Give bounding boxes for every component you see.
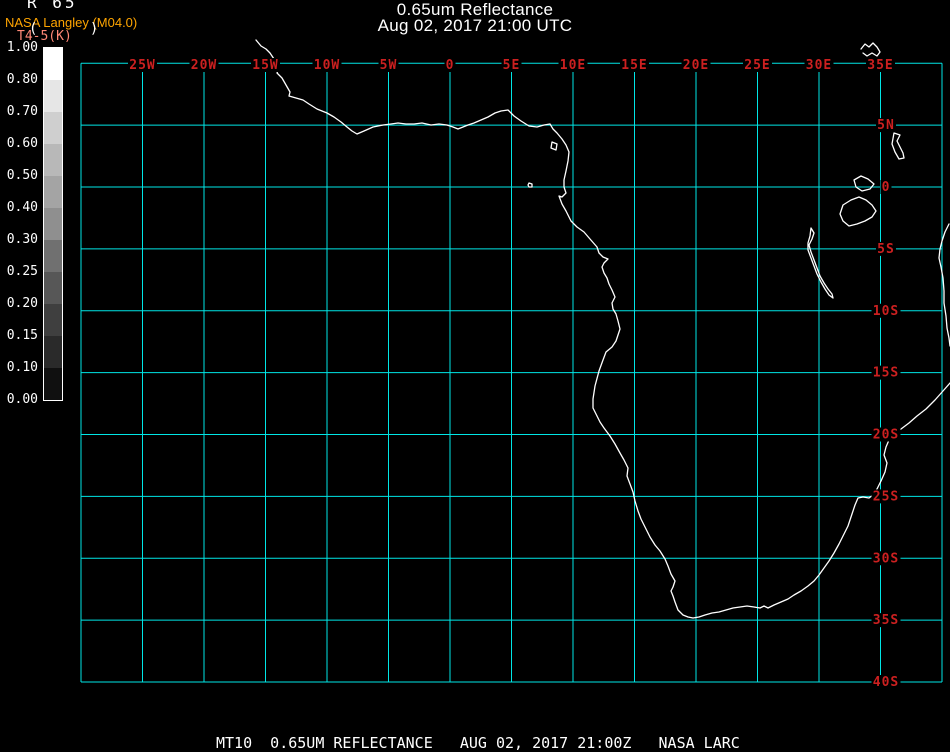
coastline-sao_tome_island: [527, 182, 533, 188]
footer-caption: MT10 0.65UM REFLECTANCE AUG 02, 2017 21:…: [216, 734, 740, 752]
colorbar-tick-label: 0.10: [6, 360, 38, 375]
colorbar-segment: [44, 208, 62, 240]
colorbar-tick-label: 0.15: [6, 328, 38, 343]
colorbar-tick-label: 0.30: [6, 232, 38, 247]
colorbar-segment: [44, 176, 62, 208]
page-subtitle: Aug 02, 2017 21:00 UTC: [377, 16, 573, 35]
reflectance-colorbar: [43, 47, 63, 401]
coastline-horn_squiggle: [860, 42, 881, 57]
colorbar-tick-label: 0.60: [6, 136, 38, 151]
satellite-quicklook-page: { "header": { "title_line1": "0.65um Ref…: [0, 0, 950, 752]
longitude-label: 10W: [314, 58, 340, 73]
colorbar-tick-label: 0.20: [6, 296, 38, 311]
longitude-label: 15W: [252, 58, 278, 73]
latitude-label: 0: [882, 180, 891, 195]
coastline-lake_tanganyika: [807, 227, 834, 299]
colorbar-tick-label: 0.25: [6, 264, 38, 279]
title-block: 0.65um Reflectance Aug 02, 2017 21:00 UT…: [250, 1, 700, 35]
colorbar-tick-label: 1.00: [6, 40, 38, 55]
colorbar-segment: [44, 240, 62, 272]
coastline-lake_turkana: [891, 132, 905, 160]
colorbar-tick-label: 0.80: [6, 72, 38, 87]
latitude-label: 35S: [873, 613, 899, 628]
colorbar-tick-label: 0.00: [6, 392, 38, 407]
longitude-label: 25W: [129, 58, 155, 73]
colorbar-segment: [44, 48, 62, 80]
coastline-lake_victoria_north: [853, 175, 875, 192]
longitude-label: 20E: [683, 58, 709, 73]
coastline-east_coast: [938, 223, 950, 347]
longitude-label: 20W: [191, 58, 217, 73]
longitude-label: 10E: [560, 58, 586, 73]
colorbar-segment: [44, 304, 62, 336]
latitude-label: 5S: [877, 242, 895, 257]
colorbar-segment: [44, 336, 62, 368]
colorbar-segment: [44, 144, 62, 176]
latitude-label: 5N: [877, 118, 895, 133]
colorbar-segment: [44, 112, 62, 144]
colorbar-tick-label: 0.50: [6, 168, 38, 183]
latitude-label: 15S: [873, 366, 899, 381]
coastline-lake_victoria_south: [839, 196, 877, 227]
longitude-label: 0: [446, 58, 455, 73]
latitude-label: 25S: [873, 489, 899, 504]
coastline-bioko_island: [550, 141, 558, 151]
latitude-label: 30S: [873, 551, 899, 566]
latitude-label: 40S: [873, 675, 899, 690]
colorbar-tick-label: 0.40: [6, 200, 38, 215]
coastline-africa_main: [255, 39, 950, 619]
corner-channel-white-label: R 65: [27, 0, 78, 12]
longitude-label: 30E: [806, 58, 832, 73]
map-canvas: 25W 20W 15W 10W 5W 0 5E 10E 15E 20E 25E 30E 35E 5N 0 5S…: [80, 39, 950, 690]
longitude-label: 25E: [744, 58, 770, 73]
longitude-label: 15E: [621, 58, 647, 73]
colorbar-tick-label: 0.70: [6, 104, 38, 119]
latitude-label: 10S: [873, 304, 899, 319]
colorbar-segment: [44, 368, 62, 400]
longitude-label: 35E: [867, 58, 893, 73]
latitude-label: 20S: [873, 428, 899, 443]
longitude-label: 5W: [380, 58, 398, 73]
longitude-label: 5E: [503, 58, 521, 73]
colorbar-segment: [44, 272, 62, 304]
colorbar-segment: [44, 80, 62, 112]
